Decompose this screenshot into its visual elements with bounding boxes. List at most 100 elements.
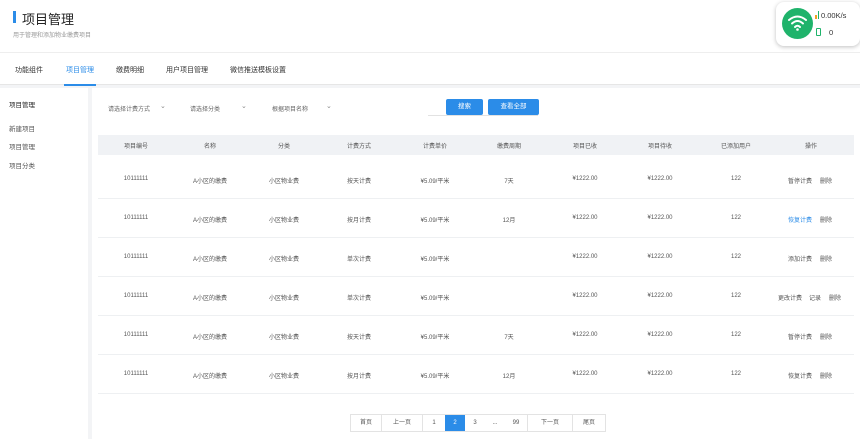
cell-method: 按月计费 [346,218,372,224]
cell-name: A小区的缴费 [192,296,228,302]
cell-name: A小区的缴费 [192,257,228,263]
last-page-button[interactable]: 尾页 [573,415,605,431]
table-row: 10111111 A小区的缴费 小区物业费 按天计费 ¥5.09/平米 7天 ¥… [98,160,854,199]
pagination: 首页 上一页 1 2 3 ... 99 下一页 尾页 [350,414,606,432]
cell-name: A小区的缴费 [192,335,228,341]
resume-billing-link[interactable]: 恢复计费 [788,371,812,380]
active-tab-indicator [64,84,96,86]
cell-category: 小区物业费 [268,374,300,380]
cell-category: 小区物业费 [268,257,300,263]
column-header: 已添加用户 [720,144,752,150]
tab-payment-details[interactable]: 缴费明细 [116,65,144,75]
cell-category: 小区物业费 [268,296,300,302]
column-header: 操作 [804,144,818,150]
battery-value: 0 [829,28,834,37]
table-row: 10111111 A小区的缴费 小区物业费 单次计费 ¥5.09/平米 ¥122… [98,277,854,316]
cell-category: 小区物业费 [268,218,300,224]
delete-link[interactable]: 删除 [820,254,832,263]
cell-users: 122 [730,215,742,221]
project-name-placeholder: 根据项目名称 [272,107,309,113]
delete-link[interactable]: 删除 [820,215,832,224]
add-billing-link[interactable]: 添加计费 [788,254,812,263]
page-button-current[interactable]: 2 [445,415,465,431]
cell-method: 单次计费 [346,257,372,263]
view-all-button[interactable]: 查看全部 [488,99,539,115]
page-button[interactable]: 3 [465,415,485,431]
cell-received: ¥1222.00 [572,254,598,260]
cell-pending: ¥1222.00 [647,371,673,377]
wifi-icon [782,8,813,39]
next-page-button[interactable]: 下一页 [528,415,572,431]
first-page-button[interactable]: 首页 [351,415,381,431]
page-button[interactable]: 99 [505,415,527,431]
cell-users: 122 [730,371,742,377]
table-row: 10111111 A小区的缴费 小区物业费 按天计费 ¥5.09/平米 7天 ¥… [98,316,854,355]
network-widget[interactable]: 0.00K/s 0 [776,2,860,46]
delete-link[interactable]: 删除 [820,371,832,380]
cell-id: 10111111 [123,215,149,221]
page-header: 项目管理 用于管理和添加物业缴费项目 [0,0,860,52]
tab-project-management[interactable]: 项目管理 [66,65,94,75]
delete-link[interactable]: 删除 [829,293,841,302]
page-ellipsis: ... [492,420,498,426]
column-header: 计费方式 [346,144,372,150]
cell-id: 10111111 [123,254,149,260]
column-header: 名称 [203,144,217,150]
cell-method: 单次计费 [346,296,372,302]
column-header: 项目已收 [572,144,598,150]
pause-billing-link[interactable]: 暂停计费 [788,176,812,185]
resume-billing-link[interactable]: 恢复计费 [788,215,812,224]
battery-icon [816,28,821,36]
column-header: 缴费周期 [496,144,522,150]
search-button[interactable]: 搜索 [446,99,483,115]
project-name-select[interactable]: 根据项目名称 ⌄ [272,100,336,116]
cell-pending: ¥1222.00 [647,293,673,299]
cell-name: A小区的缴费 [192,374,228,380]
sidebar-item-new-project[interactable]: 新建项目 [9,123,35,133]
sidebar-item-project-management[interactable]: 项目管理 [9,141,35,151]
cell-users: 122 [730,293,742,299]
sidebar: 项目管理 新建项目 项目管理 项目分类 [0,88,88,439]
column-header: 分类 [277,144,291,150]
cell-pending: ¥1222.00 [647,254,673,260]
cell-id: 10111111 [123,293,149,299]
column-header: 计费单价 [422,144,448,150]
tab-components[interactable]: 功能组件 [15,65,43,75]
cell-price: ¥5.09/平米 [420,335,450,341]
column-header: 项目编号 [123,144,149,150]
records-link[interactable]: 记录 [809,293,821,302]
cell-cycle: 12月 [502,374,516,380]
billing-method-value: 请选择计费方式 [108,107,151,113]
cell-id: 10111111 [123,176,149,182]
cell-method: 按月计费 [346,374,372,380]
cell-category: 小区物业费 [268,335,300,341]
cell-cycle: 7天 [504,179,514,185]
delete-link[interactable]: 删除 [820,332,832,341]
billing-method-select[interactable]: 请选择计费方式 ⌄ [108,100,174,116]
sidebar-item-project-category[interactable]: 项目分类 [9,160,35,170]
sidebar-heading: 项目管理 [9,102,35,109]
delete-link[interactable]: 删除 [820,176,832,185]
cell-received: ¥1222.00 [572,293,598,299]
table-header: 项目编号 名称 分类 计费方式 计费单价 缴费周期 项目已收 项目待收 已添加用… [98,135,854,155]
cell-received: ¥1222.00 [572,176,598,182]
cell-pending: ¥1222.00 [647,332,673,338]
chevron-down-icon: ⌄ [241,103,247,110]
cell-cycle: 7天 [504,335,514,341]
cell-price: ¥5.09/平米 [420,218,450,224]
change-billing-link[interactable]: 更改计费 [778,293,802,302]
tab-user-projects[interactable]: 用户项目管理 [166,65,208,75]
page-title: 项目管理 [22,12,75,27]
cell-received: ¥1222.00 [572,371,598,377]
cell-price: ¥5.09/平米 [420,374,450,380]
pause-billing-link[interactable]: 暂停计费 [788,332,812,341]
cell-price: ¥5.09/平米 [420,179,450,185]
chevron-down-icon: ⌄ [160,103,166,110]
cell-pending: ¥1222.00 [647,215,673,221]
prev-page-button[interactable]: 上一页 [382,415,422,431]
cell-users: 122 [730,332,742,338]
category-select[interactable]: 请选择分类 ⌄ [190,100,254,116]
cell-received: ¥1222.00 [572,215,598,221]
tab-wechat-template[interactable]: 微信推送模板设置 [230,65,286,75]
page-button[interactable]: 1 [423,415,445,431]
